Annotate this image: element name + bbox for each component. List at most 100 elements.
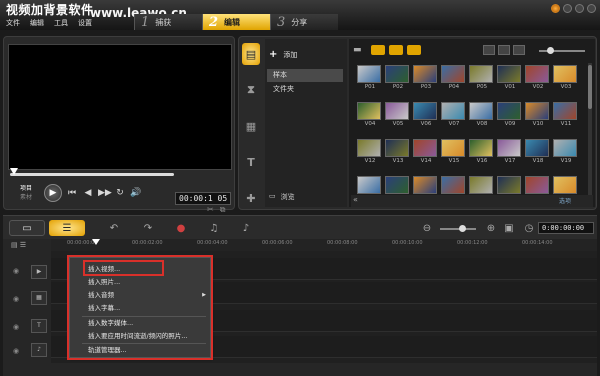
thumbnail-item[interactable]: V19 bbox=[553, 139, 579, 165]
open-folder-icon[interactable]: ▬ bbox=[353, 45, 367, 55]
media-tool-icon[interactable]: ▤ bbox=[242, 43, 260, 65]
thumbnail-item[interactable]: V09 bbox=[497, 102, 523, 128]
menu-insert-timelapse-photo[interactable]: 插入要应用时间流逝/频闪的照片... bbox=[70, 331, 210, 342]
thumbnail-item[interactable]: V16 bbox=[469, 139, 495, 165]
thumbnail-item[interactable]: V05 bbox=[385, 102, 411, 128]
timeline-zoom-knob[interactable] bbox=[459, 225, 466, 232]
filter-photo-icon[interactable] bbox=[389, 45, 403, 55]
preview-timecode[interactable]: 00:00:1 05 bbox=[175, 192, 231, 205]
list-view-icon[interactable] bbox=[483, 45, 495, 55]
menu-insert-audio[interactable]: 插入音频 ▶ bbox=[70, 290, 210, 301]
folder-item-folder[interactable]: 文件夹 bbox=[267, 83, 343, 96]
timeline-view-icon[interactable]: ☰ bbox=[49, 220, 85, 236]
menu-insert-digital-media[interactable]: 插入数字媒体... bbox=[70, 318, 210, 329]
video-track-icon[interactable]: ▶ bbox=[31, 265, 47, 279]
prev-frame-icon[interactable]: ◀ bbox=[82, 188, 94, 198]
thumbnail-item[interactable]: V12 bbox=[357, 139, 383, 165]
record-icon[interactable]: ● bbox=[173, 220, 189, 236]
playhead-icon[interactable] bbox=[92, 239, 100, 245]
graphic-tool-icon[interactable]: ▦ bbox=[242, 115, 260, 137]
thumbnail-item[interactable]: P05 bbox=[469, 65, 495, 91]
maximize-icon[interactable] bbox=[575, 4, 584, 13]
storyboard-view-icon[interactable]: ▭ bbox=[9, 220, 45, 236]
thumbnail-item[interactable]: V07 bbox=[441, 102, 467, 128]
thumbnail-item[interactable]: P01 bbox=[357, 65, 383, 91]
add-folder-button[interactable]: + 添加 bbox=[269, 49, 297, 60]
timeline-timecode[interactable]: 0:00:00:00 bbox=[538, 222, 594, 234]
filter-video-icon[interactable] bbox=[371, 45, 385, 55]
collapse-icon[interactable]: « bbox=[353, 195, 358, 204]
redo-icon[interactable]: ↷ bbox=[141, 220, 155, 236]
minimize-icon[interactable] bbox=[563, 4, 572, 13]
scrub-bar[interactable] bbox=[10, 173, 174, 176]
menu-insert-video[interactable]: 插入视频... bbox=[70, 264, 210, 275]
mode-project-label[interactable]: 项目 bbox=[20, 184, 32, 193]
folder-item-samples[interactable]: 样本 bbox=[267, 69, 343, 82]
menu-insert-title[interactable]: 插入字幕... bbox=[70, 303, 210, 314]
thumb-size-knob[interactable] bbox=[547, 47, 554, 54]
thumbnail-item[interactable]: V14 bbox=[413, 139, 439, 165]
filter-tool-icon[interactable]: ✚ bbox=[242, 187, 260, 209]
voice-track-icon[interactable]: ♪ bbox=[31, 343, 47, 357]
cut-icon[interactable]: ✂ bbox=[207, 205, 214, 215]
thumbnail-item[interactable]: P03 bbox=[413, 65, 439, 91]
filter-audio-icon[interactable] bbox=[407, 45, 421, 55]
menu-track-manager[interactable]: 轨道管理器... bbox=[70, 345, 210, 356]
copy-icon[interactable]: ⧉ bbox=[220, 205, 226, 215]
step-share-tab[interactable]: 3 分享 bbox=[270, 14, 338, 30]
audio-mixer-icon[interactable]: ♫ bbox=[207, 220, 221, 236]
thumbnail-item[interactable]: P02 bbox=[385, 65, 411, 91]
thumbnail-item[interactable]: V02 bbox=[525, 65, 551, 91]
thumbnail-item[interactable]: V11 bbox=[553, 102, 579, 128]
menu-insert-photo[interactable]: 插入照片... bbox=[70, 277, 210, 288]
zoom-in-icon[interactable]: ⊕ bbox=[485, 220, 497, 236]
options-button[interactable]: 选项 bbox=[559, 196, 571, 205]
track-visibility-icon[interactable]: ◉ bbox=[13, 347, 19, 355]
thumbnail-item[interactable]: V03 bbox=[553, 65, 579, 91]
volume-icon[interactable]: 🔊 bbox=[130, 188, 142, 198]
thumbnail-item[interactable]: V10 bbox=[525, 102, 551, 128]
timeline-zoom-slider[interactable] bbox=[440, 228, 476, 230]
timeline-scrollbar[interactable] bbox=[3, 363, 597, 376]
track-visibility-icon[interactable]: ◉ bbox=[13, 323, 19, 331]
undo-icon[interactable]: ↶ bbox=[107, 220, 121, 236]
track-visibility-icon[interactable]: ◉ bbox=[13, 295, 19, 303]
preview-screen[interactable] bbox=[8, 44, 232, 170]
library-scroll-thumb[interactable] bbox=[588, 65, 592, 109]
transition-tool-icon[interactable]: ⧗ bbox=[242, 79, 260, 101]
thumbnail-item[interactable]: P04 bbox=[441, 65, 467, 91]
menu-edit[interactable]: 编辑 bbox=[30, 18, 44, 28]
play-button[interactable]: ▶ bbox=[44, 184, 62, 202]
step-edit-tab[interactable]: 2 编辑 bbox=[202, 14, 270, 30]
thumbnail-item[interactable]: V06 bbox=[413, 102, 439, 128]
menu-file[interactable]: 文件 bbox=[6, 18, 20, 28]
step-capture-tab[interactable]: 1 捕获 bbox=[134, 14, 202, 30]
title-tool-icon[interactable]: T bbox=[242, 151, 260, 173]
mode-clip-label[interactable]: 素材 bbox=[20, 193, 32, 202]
thumbnail-item[interactable]: V17 bbox=[497, 139, 523, 165]
track-visibility-icon[interactable]: ◉ bbox=[13, 267, 19, 275]
title-track-icon[interactable]: T bbox=[31, 319, 47, 333]
menu-settings[interactable]: 设置 bbox=[78, 18, 92, 28]
thumbnail-item[interactable]: V01 bbox=[497, 65, 523, 91]
browse-button[interactable]: ▭ 浏览 bbox=[269, 192, 295, 202]
track-manager-icon[interactable]: ▤ ☰ bbox=[11, 241, 26, 249]
thumbnail-item[interactable]: V15 bbox=[441, 139, 467, 165]
thumbnail-item[interactable]: V08 bbox=[469, 102, 495, 128]
thumb-size-slider[interactable] bbox=[539, 50, 585, 52]
close-icon[interactable] bbox=[587, 4, 596, 13]
fit-project-icon[interactable]: ▣ bbox=[503, 220, 515, 236]
home-icon[interactable]: ⏮ bbox=[66, 188, 78, 198]
auto-music-icon[interactable]: ♪ bbox=[239, 220, 253, 236]
sort-icon[interactable] bbox=[513, 45, 525, 55]
thumbnail-item[interactable]: V13 bbox=[385, 139, 411, 165]
overlay-track-icon[interactable]: ▦ bbox=[31, 291, 47, 305]
menu-tools[interactable]: 工具 bbox=[54, 18, 68, 28]
thumbnail-item[interactable]: V18 bbox=[525, 139, 551, 165]
zoom-out-icon[interactable]: ⊖ bbox=[421, 220, 433, 236]
repeat-icon[interactable]: ↻ bbox=[114, 188, 126, 198]
thumb-view-icon[interactable] bbox=[498, 45, 510, 55]
scrub-handle-icon[interactable] bbox=[10, 168, 18, 175]
thumbnail-item[interactable]: V04 bbox=[357, 102, 383, 128]
next-frame-icon[interactable]: ▶▶ bbox=[98, 188, 112, 198]
